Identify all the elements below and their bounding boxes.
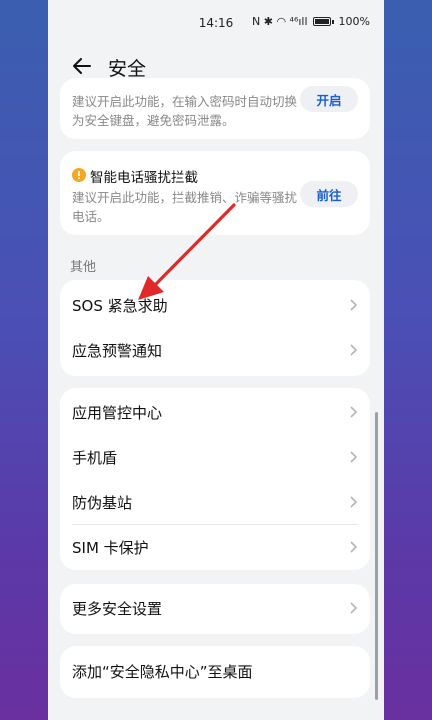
- chevron-right-icon: [350, 451, 358, 463]
- go-call-blocking-button[interactable]: 前往: [300, 181, 358, 207]
- sim-protection-label: SIM 卡保护: [72, 539, 149, 557]
- chevron-right-icon: [350, 496, 358, 508]
- more-security-settings-label: 更多安全设置: [72, 600, 163, 618]
- phone-shield-label: 手机盾: [72, 449, 118, 467]
- section-label-other: 其他: [70, 260, 97, 275]
- battery-icon: [312, 17, 331, 26]
- list-item-sim-protection[interactable]: SIM 卡保护: [60, 525, 370, 570]
- card-security-keyboard: 建议开启此功能，在输入密码时自动切换为安全键盘，避免密码泄露。 开启: [60, 78, 370, 139]
- fake-base-station-label: 防伪基站: [72, 494, 133, 512]
- emergency-alerts-label: 应急预警通知: [72, 342, 163, 360]
- group-add-to-desktop: 添加“安全隐私中心”至桌面: [60, 646, 370, 698]
- status-icons: N ✱ ◠ ⁴⁶ıll 100%: [252, 15, 370, 28]
- scrollbar[interactable]: [375, 412, 378, 700]
- chevron-right-icon: [350, 299, 358, 311]
- warning-icon: [72, 168, 86, 182]
- app-control-label: 应用管控中心: [72, 404, 163, 422]
- list-item-phone-shield[interactable]: 手机盾: [60, 435, 370, 480]
- list-item-app-control[interactable]: 应用管控中心: [60, 390, 370, 435]
- status-bar: 14:16 N ✱ ◠ ⁴⁶ıll 100%: [48, 0, 384, 46]
- keyboard-description: 建议开启此功能，在输入密码时自动切换为安全键盘，避免密码泄露。: [72, 94, 298, 128]
- list-item-add-to-desktop[interactable]: 添加“安全隐私中心”至桌面: [60, 649, 370, 694]
- call-blocking-title: 智能电话骚扰拦截: [90, 170, 198, 186]
- group-more-settings: 更多安全设置: [60, 584, 370, 634]
- battery-level: 100%: [338, 15, 370, 28]
- add-to-desktop-label: 添加“安全隐私中心”至桌面: [72, 663, 253, 681]
- enable-keyboard-button[interactable]: 开启: [300, 86, 358, 112]
- page-title: 安全: [108, 58, 147, 80]
- signal-icons: N ✱ ◠ ⁴⁶ıll: [252, 15, 308, 28]
- chevron-right-icon: [350, 541, 358, 553]
- chevron-right-icon: [350, 602, 358, 614]
- annotation-arrow-icon: [138, 203, 236, 300]
- list-item-more-security-settings[interactable]: 更多安全设置: [60, 586, 370, 631]
- chevron-right-icon: [350, 406, 358, 418]
- list-item-emergency-alerts[interactable]: 应急预警通知: [60, 328, 370, 373]
- battery-tip: [331, 19, 334, 24]
- chevron-right-icon: [350, 344, 358, 356]
- phone-screen: 14:16 N ✱ ◠ ⁴⁶ıll 100% 安全 建议开启此功能，在输入密码时…: [48, 0, 384, 720]
- back-arrow-icon[interactable]: [70, 54, 94, 78]
- list-item-fake-base-station[interactable]: 防伪基站: [60, 480, 370, 525]
- group-security-tools: 应用管控中心 手机盾 防伪基站 SIM 卡保护: [60, 388, 370, 570]
